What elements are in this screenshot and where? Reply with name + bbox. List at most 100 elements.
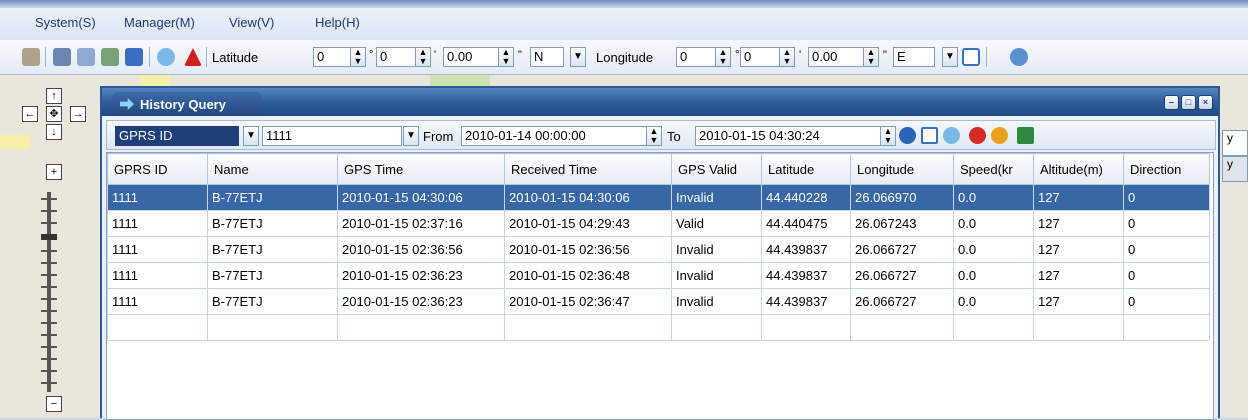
from-datetime-input[interactable]: 2010-01-14 00:00:00 bbox=[461, 126, 647, 146]
to-datetime-input[interactable]: 2010-01-15 04:30:24 bbox=[695, 126, 881, 146]
column-header[interactable]: GPS Valid bbox=[671, 153, 762, 185]
table-row[interactable]: 1111 B-77ETJ 2010-01-15 02:36:23 2010-01… bbox=[107, 288, 1210, 315]
table-cell: 1111 bbox=[107, 210, 208, 237]
column-header[interactable]: Name bbox=[207, 153, 338, 185]
table-cell: 127 bbox=[1033, 262, 1124, 289]
table-cell: 26.066970 bbox=[850, 184, 954, 211]
longitude-seconds-spinner[interactable]: ▲ ▼ bbox=[863, 47, 879, 67]
latitude-seconds-spinner[interactable]: ▲ ▼ bbox=[498, 47, 514, 67]
pan-center-button[interactable]: ✥ bbox=[46, 106, 62, 122]
route-icon[interactable] bbox=[101, 48, 119, 66]
stop-icon[interactable] bbox=[969, 127, 986, 144]
zoom-slider-tick bbox=[41, 274, 57, 276]
table-cell: B-77ETJ bbox=[207, 262, 338, 289]
right-panel-field[interactable]: y bbox=[1222, 130, 1248, 156]
toolbar-separator bbox=[149, 47, 150, 67]
latitude-degrees-spinner[interactable]: ▲ ▼ bbox=[350, 47, 366, 67]
zoom-area-icon[interactable] bbox=[921, 127, 938, 144]
refresh-icon[interactable] bbox=[1010, 48, 1028, 66]
export-excel-icon[interactable] bbox=[1017, 127, 1034, 144]
table-row[interactable]: 1111 B-77ETJ 2010-01-15 04:30:06 2010-01… bbox=[107, 184, 1210, 211]
column-header[interactable]: Longitude bbox=[850, 153, 954, 185]
table-cell: 2010-01-15 04:30:06 bbox=[337, 184, 505, 211]
globe-icon[interactable] bbox=[157, 48, 175, 66]
book-icon[interactable] bbox=[53, 48, 71, 66]
column-header[interactable]: GPRS ID bbox=[107, 153, 208, 185]
column-header[interactable]: GPS Time bbox=[337, 153, 505, 185]
right-panel-button[interactable]: y bbox=[1222, 156, 1248, 182]
table-cell: Invalid bbox=[671, 236, 762, 263]
menu-manager[interactable]: Manager(M) bbox=[124, 15, 195, 30]
minimize-button[interactable]: – bbox=[1164, 95, 1179, 110]
zoom-slider-tick bbox=[41, 322, 57, 324]
maximize-button[interactable]: □ bbox=[1181, 95, 1196, 110]
search-field-select[interactable]: GPRS ID bbox=[115, 126, 239, 146]
column-header[interactable]: Received Time bbox=[504, 153, 672, 185]
longitude-minutes-spinner[interactable]: ▲ ▼ bbox=[779, 47, 795, 67]
chevron-down-icon[interactable]: ▼ bbox=[243, 126, 259, 146]
latitude-minutes-spinner[interactable]: ▲ ▼ bbox=[415, 47, 431, 67]
zoom-in-button[interactable]: + bbox=[46, 164, 62, 180]
column-header[interactable]: Speed(kr bbox=[953, 153, 1034, 185]
query-toolbar: GPRS ID ▼ 1111 ▼ From 2010-01-14 00:00:0… bbox=[106, 120, 1216, 150]
table-cell: 0.0 bbox=[953, 210, 1034, 237]
table-cell: 2010-01-15 02:36:23 bbox=[337, 262, 505, 289]
table-cell: B-77ETJ bbox=[207, 184, 338, 211]
pan-up-button[interactable]: ↑ bbox=[46, 88, 62, 104]
table-cell: 0.0 bbox=[953, 288, 1034, 315]
monitor-icon[interactable] bbox=[125, 48, 143, 66]
map-pointer-icon[interactable] bbox=[22, 48, 40, 66]
chevron-down-icon[interactable]: ▼ bbox=[570, 47, 586, 67]
minute-symbol: ' bbox=[434, 49, 437, 61]
table-cell: 44.439837 bbox=[761, 262, 851, 289]
longitude-degrees-spinner[interactable]: ▲ ▼ bbox=[715, 47, 731, 67]
table-row[interactable]: 1111 B-77ETJ 2010-01-15 02:36:56 2010-01… bbox=[107, 236, 1210, 263]
zoom-slider-tick bbox=[41, 310, 57, 312]
zoom-slider-thumb[interactable] bbox=[41, 234, 57, 240]
pan-down-button[interactable]: ↓ bbox=[46, 124, 62, 140]
right-side-panel: y y bbox=[1222, 86, 1248, 418]
table-cell: 2010-01-15 02:36:56 bbox=[504, 236, 672, 263]
clear-icon[interactable] bbox=[991, 127, 1008, 144]
degree-symbol: ° bbox=[369, 49, 374, 61]
query-icon[interactable] bbox=[899, 127, 916, 144]
person-icon[interactable] bbox=[77, 48, 95, 66]
menu-system[interactable]: System(S) bbox=[35, 15, 96, 30]
table-cell: 127 bbox=[1033, 236, 1124, 263]
menu-view[interactable]: View(V) bbox=[229, 15, 274, 30]
longitude-hemisphere-select[interactable]: E bbox=[893, 47, 935, 67]
pan-right-button[interactable]: → bbox=[70, 106, 86, 122]
pan-left-button[interactable]: ← bbox=[22, 106, 38, 122]
longitude-minutes-field[interactable]: 0 bbox=[740, 47, 780, 67]
from-datetime-spinner[interactable]: ▲ ▼ bbox=[646, 126, 662, 146]
chevron-down-icon[interactable]: ▼ bbox=[942, 47, 958, 67]
latitude-minutes-field[interactable]: 0 bbox=[376, 47, 416, 67]
to-datetime-spinner[interactable]: ▲ ▼ bbox=[880, 126, 896, 146]
column-header[interactable]: Latitude bbox=[761, 153, 851, 185]
latitude-hemisphere-select[interactable]: N bbox=[530, 47, 564, 67]
close-button[interactable]: × bbox=[1198, 95, 1213, 110]
zoom-area-icon[interactable] bbox=[962, 48, 980, 66]
chevron-down-icon[interactable]: ▼ bbox=[403, 126, 419, 146]
zoom-slider-tick bbox=[41, 334, 57, 336]
latitude-degrees-field[interactable]: 0 bbox=[313, 47, 351, 67]
longitude-degrees-field[interactable]: 0 bbox=[676, 47, 716, 67]
zoom-out-button[interactable]: − bbox=[46, 396, 62, 412]
table-cell: B-77ETJ bbox=[207, 236, 338, 263]
table-row[interactable]: 1111 B-77ETJ 2010-01-15 02:37:16 2010-01… bbox=[107, 210, 1210, 237]
menu-bar: System(S) Manager(M) View(V) Help(H) bbox=[0, 0, 1248, 41]
column-header[interactable]: Direction bbox=[1123, 153, 1210, 185]
column-header[interactable]: Altitude(m) bbox=[1033, 153, 1124, 185]
globe-icon[interactable] bbox=[943, 127, 960, 144]
alarm-icon[interactable] bbox=[184, 48, 202, 66]
window-title-bar[interactable]: History Query – □ × bbox=[102, 88, 1218, 116]
id-value-input[interactable]: 1111 bbox=[262, 126, 402, 146]
menu-help[interactable]: Help(H) bbox=[315, 15, 360, 30]
longitude-seconds-field[interactable]: 0.00 bbox=[808, 47, 864, 67]
table-cell: 0.0 bbox=[953, 262, 1034, 289]
table-row[interactable]: 1111 B-77ETJ 2010-01-15 02:36:23 2010-01… bbox=[107, 262, 1210, 289]
table-cell: 0 bbox=[1123, 210, 1210, 237]
main-toolbar: Latitude 0 ▲ ▼ ° 0 ▲ ▼ ' 0.00 ▲ ▼ " N ▼ Lon… bbox=[0, 40, 1248, 75]
latitude-seconds-field[interactable]: 0.00 bbox=[443, 47, 499, 67]
table-cell: 1111 bbox=[107, 236, 208, 263]
